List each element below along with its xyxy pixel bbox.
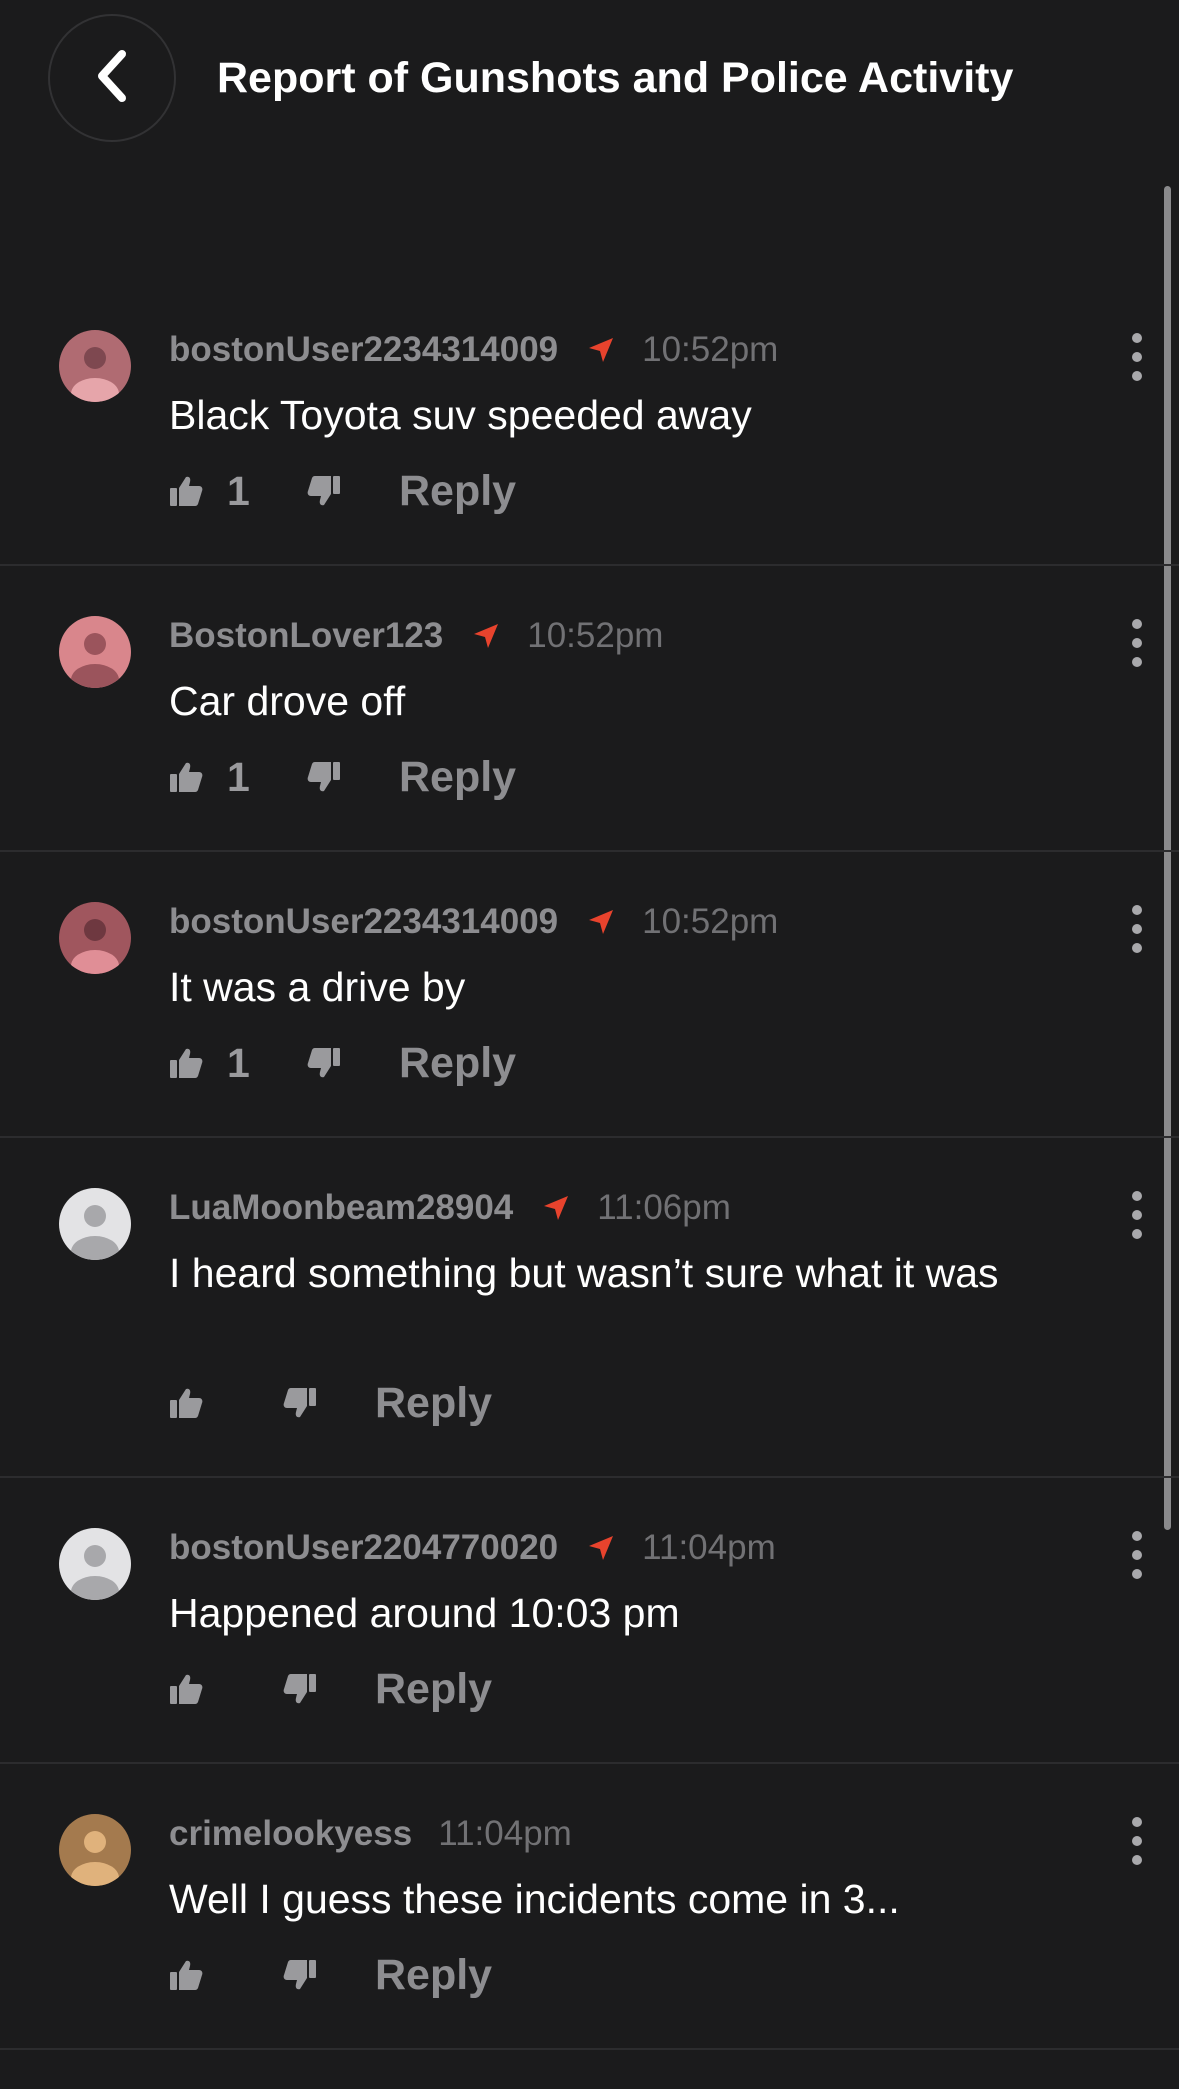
- reply-button[interactable]: Reply: [399, 753, 516, 802]
- username[interactable]: bostonUser2234314009: [169, 330, 558, 370]
- location-arrow-icon: [586, 907, 616, 937]
- thumbs-down-icon[interactable]: [307, 1046, 341, 1080]
- comment-actions: 1 Reply: [169, 466, 516, 516]
- more-options-icon[interactable]: [1129, 1816, 1145, 1866]
- timestamp: 11:04pm: [642, 1528, 776, 1567]
- avatar[interactable]: [59, 1814, 131, 1886]
- more-options-icon[interactable]: [1129, 1190, 1145, 1240]
- back-button[interactable]: [48, 14, 176, 142]
- username[interactable]: BostonLover123: [169, 616, 443, 656]
- comment-text: Car drove off: [169, 678, 406, 724]
- comment-item: bostonUser2234314009 10:52pm It was a dr…: [0, 852, 1179, 1138]
- like-count: 1: [227, 467, 250, 514]
- timestamp: 10:52pm: [642, 330, 779, 369]
- chevron-left-icon: [92, 48, 132, 109]
- thumbs-down-icon[interactable]: [283, 1672, 317, 1706]
- comment-item: crimelookyess 11:04pm Well I guess these…: [0, 1764, 1179, 2050]
- thumbs-down-icon[interactable]: [283, 1386, 317, 1420]
- avatar[interactable]: [59, 902, 131, 974]
- comment-meta: LuaMoonbeam28904 11:06pm: [169, 1188, 731, 1228]
- reply-button[interactable]: Reply: [399, 1039, 516, 1088]
- comment-actions: 1 Reply: [169, 1038, 516, 1088]
- reply-button[interactable]: Reply: [375, 1951, 492, 2000]
- comment-actions: 1 Reply: [169, 752, 516, 802]
- thumbs-up-icon[interactable]: [169, 1386, 203, 1420]
- reply-button[interactable]: Reply: [399, 467, 516, 516]
- like-count: 1: [227, 753, 250, 800]
- comment-text: Happened around 10:03 pm: [169, 1590, 680, 1636]
- thumbs-up-icon[interactable]: [169, 1046, 203, 1080]
- like-count: 1: [227, 1039, 250, 1086]
- comment-item: BostonLover123 10:52pm Car drove off 1 R…: [0, 566, 1179, 852]
- thumbs-up-icon[interactable]: [169, 1958, 203, 1992]
- comment-meta: bostonUser2204770020 11:04pm: [169, 1528, 776, 1568]
- timestamp: 10:52pm: [527, 616, 664, 655]
- username[interactable]: crimelookyess: [169, 1814, 412, 1854]
- username[interactable]: LuaMoonbeam28904: [169, 1188, 513, 1228]
- comment-item: bostonUser2234314009 10:52pm Black Toyot…: [0, 280, 1179, 566]
- thumbs-down-icon[interactable]: [307, 760, 341, 794]
- comment-actions: Reply: [169, 1378, 492, 1428]
- comment-meta: bostonUser2234314009 10:52pm: [169, 902, 778, 942]
- location-arrow-icon: [586, 1533, 616, 1563]
- more-options-icon[interactable]: [1129, 332, 1145, 382]
- comment-text: I heard something but wasn’t sure what i…: [169, 1250, 999, 1296]
- thumbs-up-icon[interactable]: [169, 474, 203, 508]
- page-title: Report of Gunshots and Police Activity: [217, 54, 1014, 102]
- comment-meta: BostonLover123 10:52pm: [169, 616, 663, 656]
- timestamp: 11:06pm: [597, 1188, 731, 1227]
- reply-button[interactable]: Reply: [375, 1379, 492, 1428]
- app-screen: Report of Gunshots and Police Activity b…: [0, 0, 1179, 2089]
- comment-text: It was a drive by: [169, 964, 466, 1010]
- avatar[interactable]: [59, 1528, 131, 1600]
- avatar[interactable]: [59, 616, 131, 688]
- comment-item: bostonUser2204770020 11:04pm Happened ar…: [0, 1478, 1179, 1764]
- thumbs-down-icon[interactable]: [307, 474, 341, 508]
- more-options-icon[interactable]: [1129, 618, 1145, 668]
- comment-text: Well I guess these incidents come in 3..…: [169, 1876, 900, 1922]
- timestamp: 10:52pm: [642, 902, 779, 941]
- thumbs-up-icon[interactable]: [169, 1672, 203, 1706]
- timestamp: 11:04pm: [438, 1814, 572, 1853]
- thumbs-up-icon[interactable]: [169, 760, 203, 794]
- comment-list: bostonUser2234314009 10:52pm Black Toyot…: [0, 280, 1179, 2050]
- username[interactable]: bostonUser2234314009: [169, 902, 558, 942]
- location-arrow-icon: [586, 335, 616, 365]
- location-arrow-icon: [541, 1193, 571, 1223]
- avatar[interactable]: [59, 330, 131, 402]
- more-options-icon[interactable]: [1129, 904, 1145, 954]
- avatar[interactable]: [59, 1188, 131, 1260]
- comment-actions: Reply: [169, 1950, 492, 2000]
- more-options-icon[interactable]: [1129, 1530, 1145, 1580]
- location-arrow-icon: [471, 621, 501, 651]
- thumbs-down-icon[interactable]: [283, 1958, 317, 1992]
- header: Report of Gunshots and Police Activity: [0, 0, 1179, 170]
- comment-meta: crimelookyess 11:04pm: [169, 1814, 572, 1854]
- comment-actions: Reply: [169, 1664, 492, 1714]
- comment-meta: bostonUser2234314009 10:52pm: [169, 330, 778, 370]
- reply-button[interactable]: Reply: [375, 1665, 492, 1714]
- comment-text: Black Toyota suv speeded away: [169, 392, 752, 438]
- username[interactable]: bostonUser2204770020: [169, 1528, 558, 1568]
- comment-item: LuaMoonbeam28904 11:06pm I heard somethi…: [0, 1138, 1179, 1478]
